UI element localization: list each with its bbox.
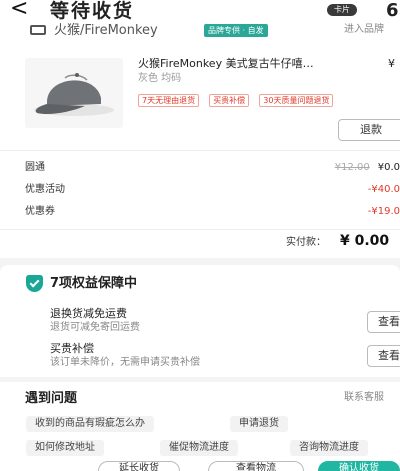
shipping-original-price: ¥12.00	[334, 162, 370, 173]
view-button[interactable]: 查看	[367, 345, 400, 367]
enter-store-link[interactable]: 进入品牌	[344, 23, 384, 37]
page-title: 等待收货	[50, 0, 135, 22]
view-logistics-button[interactable]: 查看物流	[208, 461, 304, 471]
promotion-label: 优惠活动	[25, 184, 65, 195]
service-tag: 买贵补偿	[209, 94, 250, 107]
divider	[0, 229, 400, 230]
back-arrow-icon[interactable]: <	[10, 0, 28, 20]
store-name[interactable]: 火猴/FireMonkey	[54, 22, 158, 39]
extend-receipt-button[interactable]: 延长收货	[98, 461, 180, 471]
total-label: 实付款：	[286, 237, 326, 248]
faq-chip[interactable]: 收到的商品有瑕疵怎么办	[26, 416, 154, 432]
price-breakdown: 圆通 ¥12.00 ¥0.0 优惠活动 -¥40.0 优惠券 -¥19.0 实付款…	[0, 150, 400, 258]
guarantee-item-desc: 该订单未降价，无需申请买贵补偿	[50, 357, 200, 368]
product-thumbnail[interactable]	[25, 58, 123, 128]
total-value: ¥ 0.00	[340, 233, 390, 249]
faq-chip[interactable]: 咨询物流进度	[290, 440, 368, 456]
promotion-value: -¥40.0	[367, 184, 400, 195]
store-icon	[30, 25, 46, 35]
product-title[interactable]: 火猴FireMonkey 美式复古牛仔嘻…	[138, 56, 314, 71]
coupon-label: 优惠券	[25, 206, 55, 217]
product-price: ¥	[388, 57, 395, 70]
view-button[interactable]: 查看	[367, 311, 400, 333]
shipping-price: ¥0.0	[377, 162, 400, 173]
top-nav-bar: < 等待收货 卡片 6	[0, 0, 400, 22]
service-tag: 7天无理由退货	[138, 94, 200, 107]
guarantee-card: 7项权益保障中 退换货减免运费 退货可减免寄回运费 查看 买贵补偿 该订单未降价…	[0, 265, 400, 377]
refund-button[interactable]: 退款	[338, 119, 400, 141]
faq-chip[interactable]: 催促物流进度	[160, 440, 238, 456]
confirm-receipt-button[interactable]: 确认收货	[318, 461, 400, 471]
service-tag: 30天质量问题退货	[259, 94, 334, 107]
shipping-label: 圆通	[25, 162, 45, 173]
shield-check-icon	[26, 275, 43, 292]
card-pill-button[interactable]: 卡片	[327, 4, 357, 16]
shipping-value: ¥12.00 ¥0.0	[335, 161, 400, 175]
guarantee-item-title: 退换货减免运费	[50, 307, 127, 320]
faq-chip[interactable]: 如何修改地址	[26, 440, 104, 456]
guarantee-item-title: 买贵补偿	[50, 342, 94, 355]
product-spec: 灰色 均码	[138, 73, 182, 84]
faq-chip[interactable]: 申请退货	[230, 416, 288, 432]
guarantee-title[interactable]: 7项权益保障中	[50, 275, 137, 292]
brand-badge: 品牌专供 · 自发	[204, 24, 268, 37]
order-detail-page: < 等待收货 卡片 6 火猴/FireMonkey 品牌专供 · 自发 进入品牌…	[0, 0, 400, 471]
help-section: 遇到问题 联系客服 收到的商品有瑕疵怎么办 申请退货 如何修改地址 催促物流进度…	[0, 382, 400, 471]
coupon-value: -¥19.0	[367, 206, 400, 217]
bottom-action-bar: 延长收货 查看物流 确认收货	[0, 459, 400, 471]
cap-image	[34, 73, 114, 116]
store-card: 火猴/FireMonkey 品牌专供 · 自发 进入品牌 火猴FireMonke…	[0, 22, 400, 150]
more-icon[interactable]: 6	[386, 0, 399, 22]
service-tags: 7天无理由退货 买贵补偿 30天质量问题退货	[138, 88, 338, 107]
help-title: 遇到问题	[25, 391, 78, 406]
guarantee-item-desc: 退货可减免寄回运费	[50, 322, 140, 333]
contact-service-link[interactable]: 联系客服	[344, 391, 384, 405]
